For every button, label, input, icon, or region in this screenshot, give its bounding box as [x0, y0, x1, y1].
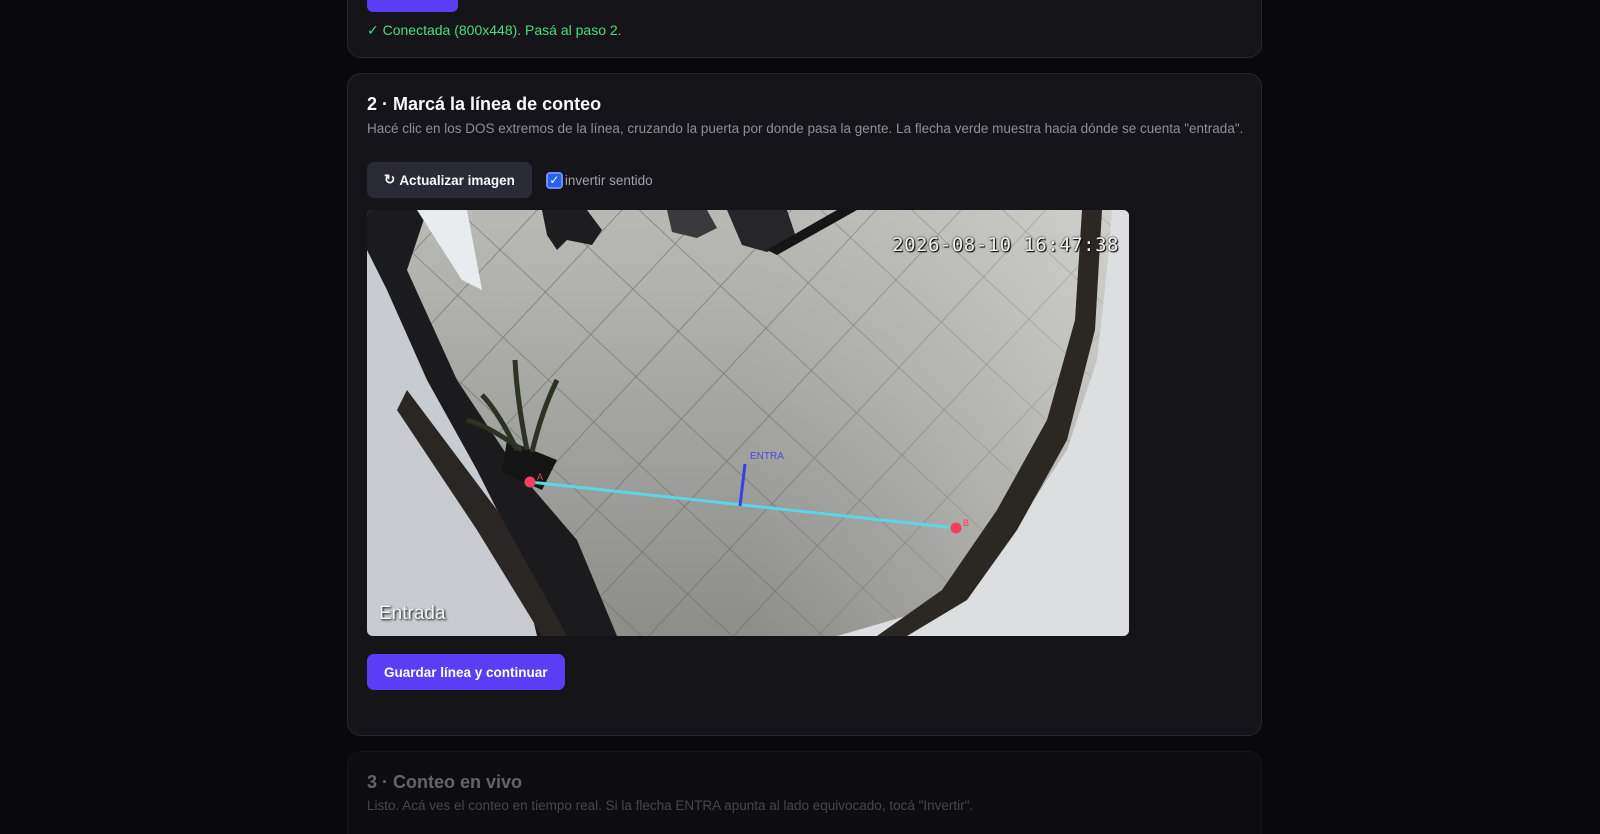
camera-frame[interactable]: ENTRA A B 2026-08-10 16:47:38 Entrada: [367, 210, 1129, 636]
refresh-image-label: Actualizar imagen: [399, 172, 515, 188]
step-2-description: Hacé clic en los DOS extremos de la líne…: [367, 121, 1244, 136]
step-3-card: 3 · Conteo en vivo Listo. Acá ves el con…: [347, 751, 1262, 834]
step-3-title: 3 · Conteo en vivo: [367, 772, 523, 792]
camera-toolbar: ↻ Actualizar imagen ✓ invertir sentido: [367, 162, 653, 198]
camera-name-label: Entrada: [379, 603, 446, 624]
camera-timestamp: 2026-08-10 16:47:38: [892, 234, 1119, 256]
camera-image: ENTRA A B: [367, 210, 1129, 636]
invert-direction-label: invertir sentido: [564, 172, 653, 188]
connect-button[interactable]: [367, 0, 458, 12]
page: ✓ Conectada (800x448). Pasá al paso 2. 2…: [0, 0, 1600, 834]
step-2-title: 2 · Marcá la línea de conteo: [367, 94, 602, 114]
step-3-description: Listo. Acá ves el conteo en tiempo real.…: [367, 798, 974, 813]
point-b-marker[interactable]: [950, 522, 962, 534]
connection-status: ✓ Conectada (800x448). Pasá al paso 2.: [367, 22, 622, 38]
step-2-card: 2 · Marcá la línea de conteo Hacé clic e…: [347, 73, 1262, 736]
direction-label: ENTRA: [750, 451, 784, 462]
refresh-icon: ↻: [384, 172, 396, 187]
save-line-button[interactable]: Guardar línea y continuar: [367, 654, 565, 690]
invert-direction-toggle[interactable]: ✓ invertir sentido: [545, 171, 653, 189]
step-1-card: ✓ Conectada (800x448). Pasá al paso 2.: [347, 0, 1262, 58]
point-b-label: B: [963, 518, 969, 528]
refresh-image-button[interactable]: ↻ Actualizar imagen: [367, 162, 532, 198]
invert-direction-checkbox[interactable]: ✓: [545, 171, 563, 189]
point-a-marker[interactable]: [524, 476, 536, 488]
point-a-label: A: [537, 472, 543, 482]
